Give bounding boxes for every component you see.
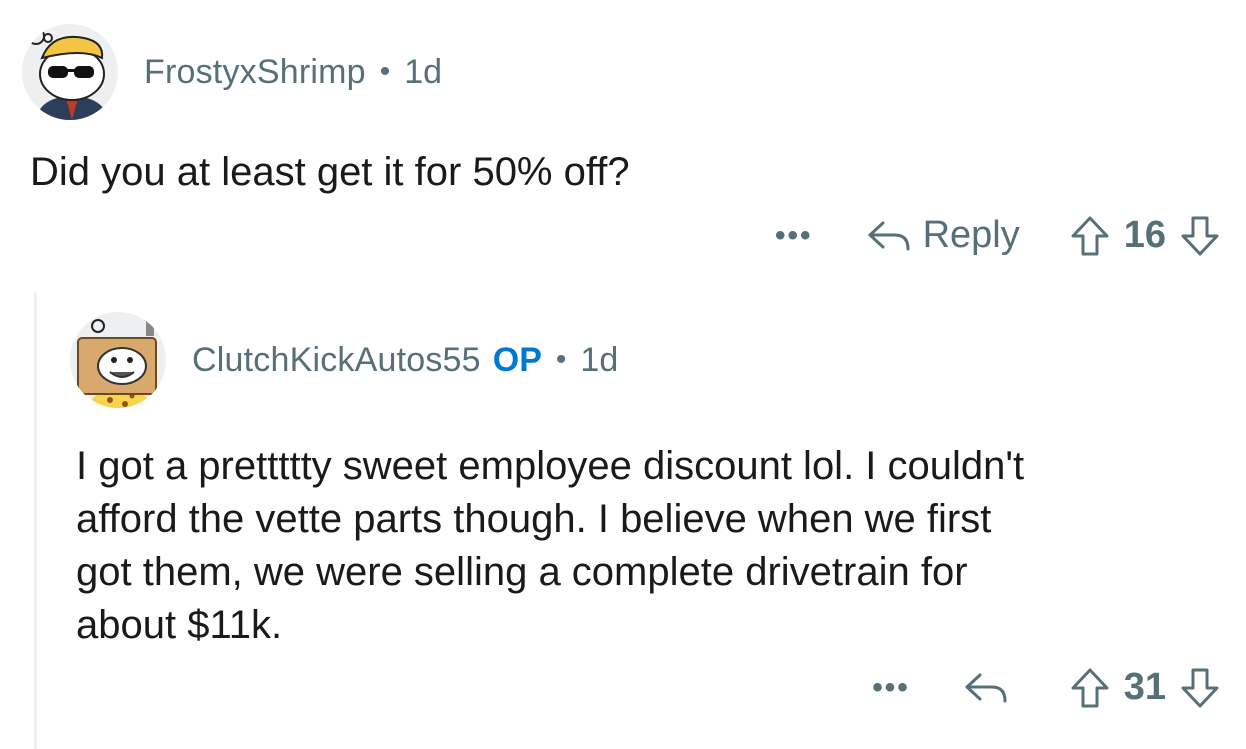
reply-arrow-icon <box>868 221 910 250</box>
more-options-button[interactable]: ••• <box>872 671 910 705</box>
upvote-icon[interactable] <box>1070 667 1110 709</box>
vote-score: 31 <box>1123 666 1166 708</box>
more-options-button[interactable]: ••• <box>775 219 813 253</box>
comment-body: I got a prettttty sweet employee discoun… <box>76 440 1226 652</box>
comment-author[interactable]: FrostyxShrimp <box>144 53 366 92</box>
comment-body-line: got them, we were selling a complete dri… <box>76 550 968 594</box>
snoo-avatar-icon <box>77 319 157 408</box>
comment-actions: ••• Reply 16 <box>775 214 1220 257</box>
comment-timestamp[interactable]: 1d <box>404 53 442 92</box>
reply-arrow-icon <box>965 673 1007 702</box>
comment-body-line: I got a prettttty sweet employee discoun… <box>76 444 1025 488</box>
downvote-icon[interactable] <box>1180 215 1220 257</box>
vote-score: 16 <box>1123 214 1166 256</box>
reply-label: Reply <box>922 214 1020 256</box>
comment-actions: ••• 31 <box>872 666 1220 709</box>
comment-header: FrostyxShrimp • 1d <box>22 22 442 122</box>
op-badge: OP <box>492 340 542 379</box>
comment-author[interactable]: ClutchKickAutos55 <box>192 341 481 380</box>
comment-body: Did you at least get it for 50% off? <box>30 150 630 194</box>
comment-thread: FrostyxShrimp • 1d Did you at least get … <box>0 0 1246 749</box>
thread-line[interactable] <box>34 292 37 749</box>
meta-separator: • <box>555 343 567 376</box>
meta-separator: • <box>379 55 391 88</box>
reply-button[interactable]: Reply <box>867 214 1020 257</box>
reply-header: ClutchKickAutos55 OP • 1d <box>70 305 618 415</box>
user-avatar[interactable] <box>22 24 118 120</box>
snoo-avatar-icon <box>27 27 106 120</box>
reply-button[interactable] <box>964 671 1020 705</box>
comment-body-line: about $11k. <box>76 603 283 647</box>
comment-timestamp[interactable]: 1d <box>580 341 618 380</box>
upvote-icon[interactable] <box>1070 215 1110 257</box>
user-avatar[interactable] <box>70 312 166 408</box>
vote-controls: 31 <box>1070 666 1220 709</box>
vote-controls: 16 <box>1070 214 1220 257</box>
downvote-icon[interactable] <box>1180 667 1220 709</box>
comment-body-line: afford the vette parts though. I believe… <box>76 497 992 541</box>
